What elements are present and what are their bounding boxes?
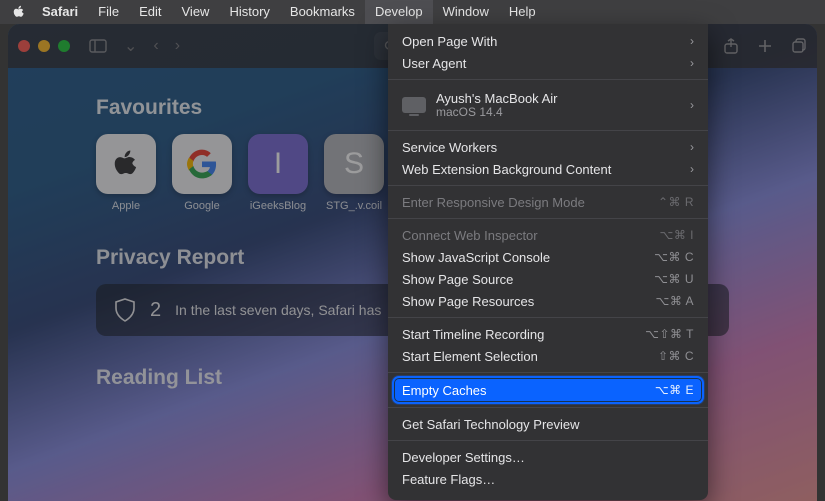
menu-connect-web-inspector: Connect Web Inspector ⌥⌘ I: [388, 224, 708, 246]
submenu-chevron-icon: ›: [690, 140, 694, 154]
menu-start-element-selection[interactable]: Start Element Selection ⇧⌘ C: [388, 345, 708, 367]
menu-separator: [388, 130, 708, 131]
menu-label: Get Safari Technology Preview: [402, 417, 694, 432]
menu-label: Start Element Selection: [402, 349, 658, 364]
submenu-chevron-icon: ›: [690, 162, 694, 176]
submenu-chevron-icon: ›: [690, 98, 694, 112]
menu-label: Service Workers: [402, 140, 690, 155]
menu-start-timeline-recording[interactable]: Start Timeline Recording ⌥⇧⌘ T: [388, 323, 708, 345]
menu-separator: [388, 317, 708, 318]
menubar-item-bookmarks[interactable]: Bookmarks: [280, 0, 365, 24]
menubar-item-edit[interactable]: Edit: [129, 0, 171, 24]
menu-separator: [388, 218, 708, 219]
menu-label: Empty Caches: [402, 383, 655, 398]
menu-label: Open Page With: [402, 34, 690, 49]
menu-show-page-resources[interactable]: Show Page Resources ⌥⌘ A: [388, 290, 708, 312]
menu-shortcut: ⇧⌘ C: [658, 349, 694, 363]
menu-separator: [388, 407, 708, 408]
menu-label: Feature Flags…: [402, 472, 694, 487]
menu-this-device[interactable]: Ayush's MacBook Air macOS 14.4 ›: [388, 85, 708, 125]
menu-shortcut: ⌥⌘ E: [655, 383, 694, 397]
menu-shortcut: ⌥⌘ C: [654, 250, 694, 264]
menu-label: Start Timeline Recording: [402, 327, 645, 342]
menu-label: Show Page Resources: [402, 294, 655, 309]
menu-shortcut: ⌥⌘ U: [654, 272, 694, 286]
menu-shortcut: ⌥⌘ A: [655, 294, 694, 308]
menu-get-safari-tech-preview[interactable]: Get Safari Technology Preview: [388, 413, 708, 435]
menubar-item-view[interactable]: View: [172, 0, 220, 24]
menu-responsive-design-mode: Enter Responsive Design Mode ⌃⌘ R: [388, 191, 708, 213]
menubar-app-name[interactable]: Safari: [32, 0, 88, 24]
menubar-item-develop[interactable]: Develop: [365, 0, 433, 24]
develop-menu: Open Page With › User Agent › Ayush's Ma…: [388, 24, 708, 500]
menu-show-page-source[interactable]: Show Page Source ⌥⌘ U: [388, 268, 708, 290]
submenu-chevron-icon: ›: [690, 56, 694, 70]
laptop-icon: [402, 97, 426, 113]
apple-menu-icon[interactable]: [12, 5, 26, 19]
menu-label: User Agent: [402, 56, 690, 71]
submenu-chevron-icon: ›: [690, 34, 694, 48]
menu-label: Show JavaScript Console: [402, 250, 654, 265]
device-name: Ayush's MacBook Air: [436, 91, 557, 106]
menu-shortcut: ⌥⇧⌘ T: [645, 327, 694, 341]
menu-shortcut: ⌃⌘ R: [658, 195, 694, 209]
menu-user-agent[interactable]: User Agent ›: [388, 52, 708, 74]
menu-label: Web Extension Background Content: [402, 162, 690, 177]
menu-label: Enter Responsive Design Mode: [402, 195, 658, 210]
menu-developer-settings[interactable]: Developer Settings…: [388, 446, 708, 468]
menubar-item-help[interactable]: Help: [499, 0, 546, 24]
menu-label: Developer Settings…: [402, 450, 694, 465]
macos-menubar: Safari File Edit View History Bookmarks …: [0, 0, 825, 24]
menu-separator: [388, 185, 708, 186]
menu-open-page-with[interactable]: Open Page With ›: [388, 30, 708, 52]
menu-web-ext-background[interactable]: Web Extension Background Content ›: [388, 158, 708, 180]
menu-label: Show Page Source: [402, 272, 654, 287]
menubar-item-history[interactable]: History: [219, 0, 279, 24]
menu-separator: [388, 372, 708, 373]
menu-show-js-console[interactable]: Show JavaScript Console ⌥⌘ C: [388, 246, 708, 268]
menu-feature-flags[interactable]: Feature Flags…: [388, 468, 708, 490]
menu-shortcut: ⌥⌘ I: [660, 228, 695, 242]
menubar-item-window[interactable]: Window: [433, 0, 499, 24]
menu-label: Connect Web Inspector: [402, 228, 660, 243]
device-os: macOS 14.4: [436, 106, 557, 120]
menu-separator: [388, 79, 708, 80]
menu-separator: [388, 440, 708, 441]
menu-service-workers[interactable]: Service Workers ›: [388, 136, 708, 158]
menubar-item-file[interactable]: File: [88, 0, 129, 24]
menu-empty-caches[interactable]: Empty Caches ⌥⌘ E: [394, 378, 702, 402]
